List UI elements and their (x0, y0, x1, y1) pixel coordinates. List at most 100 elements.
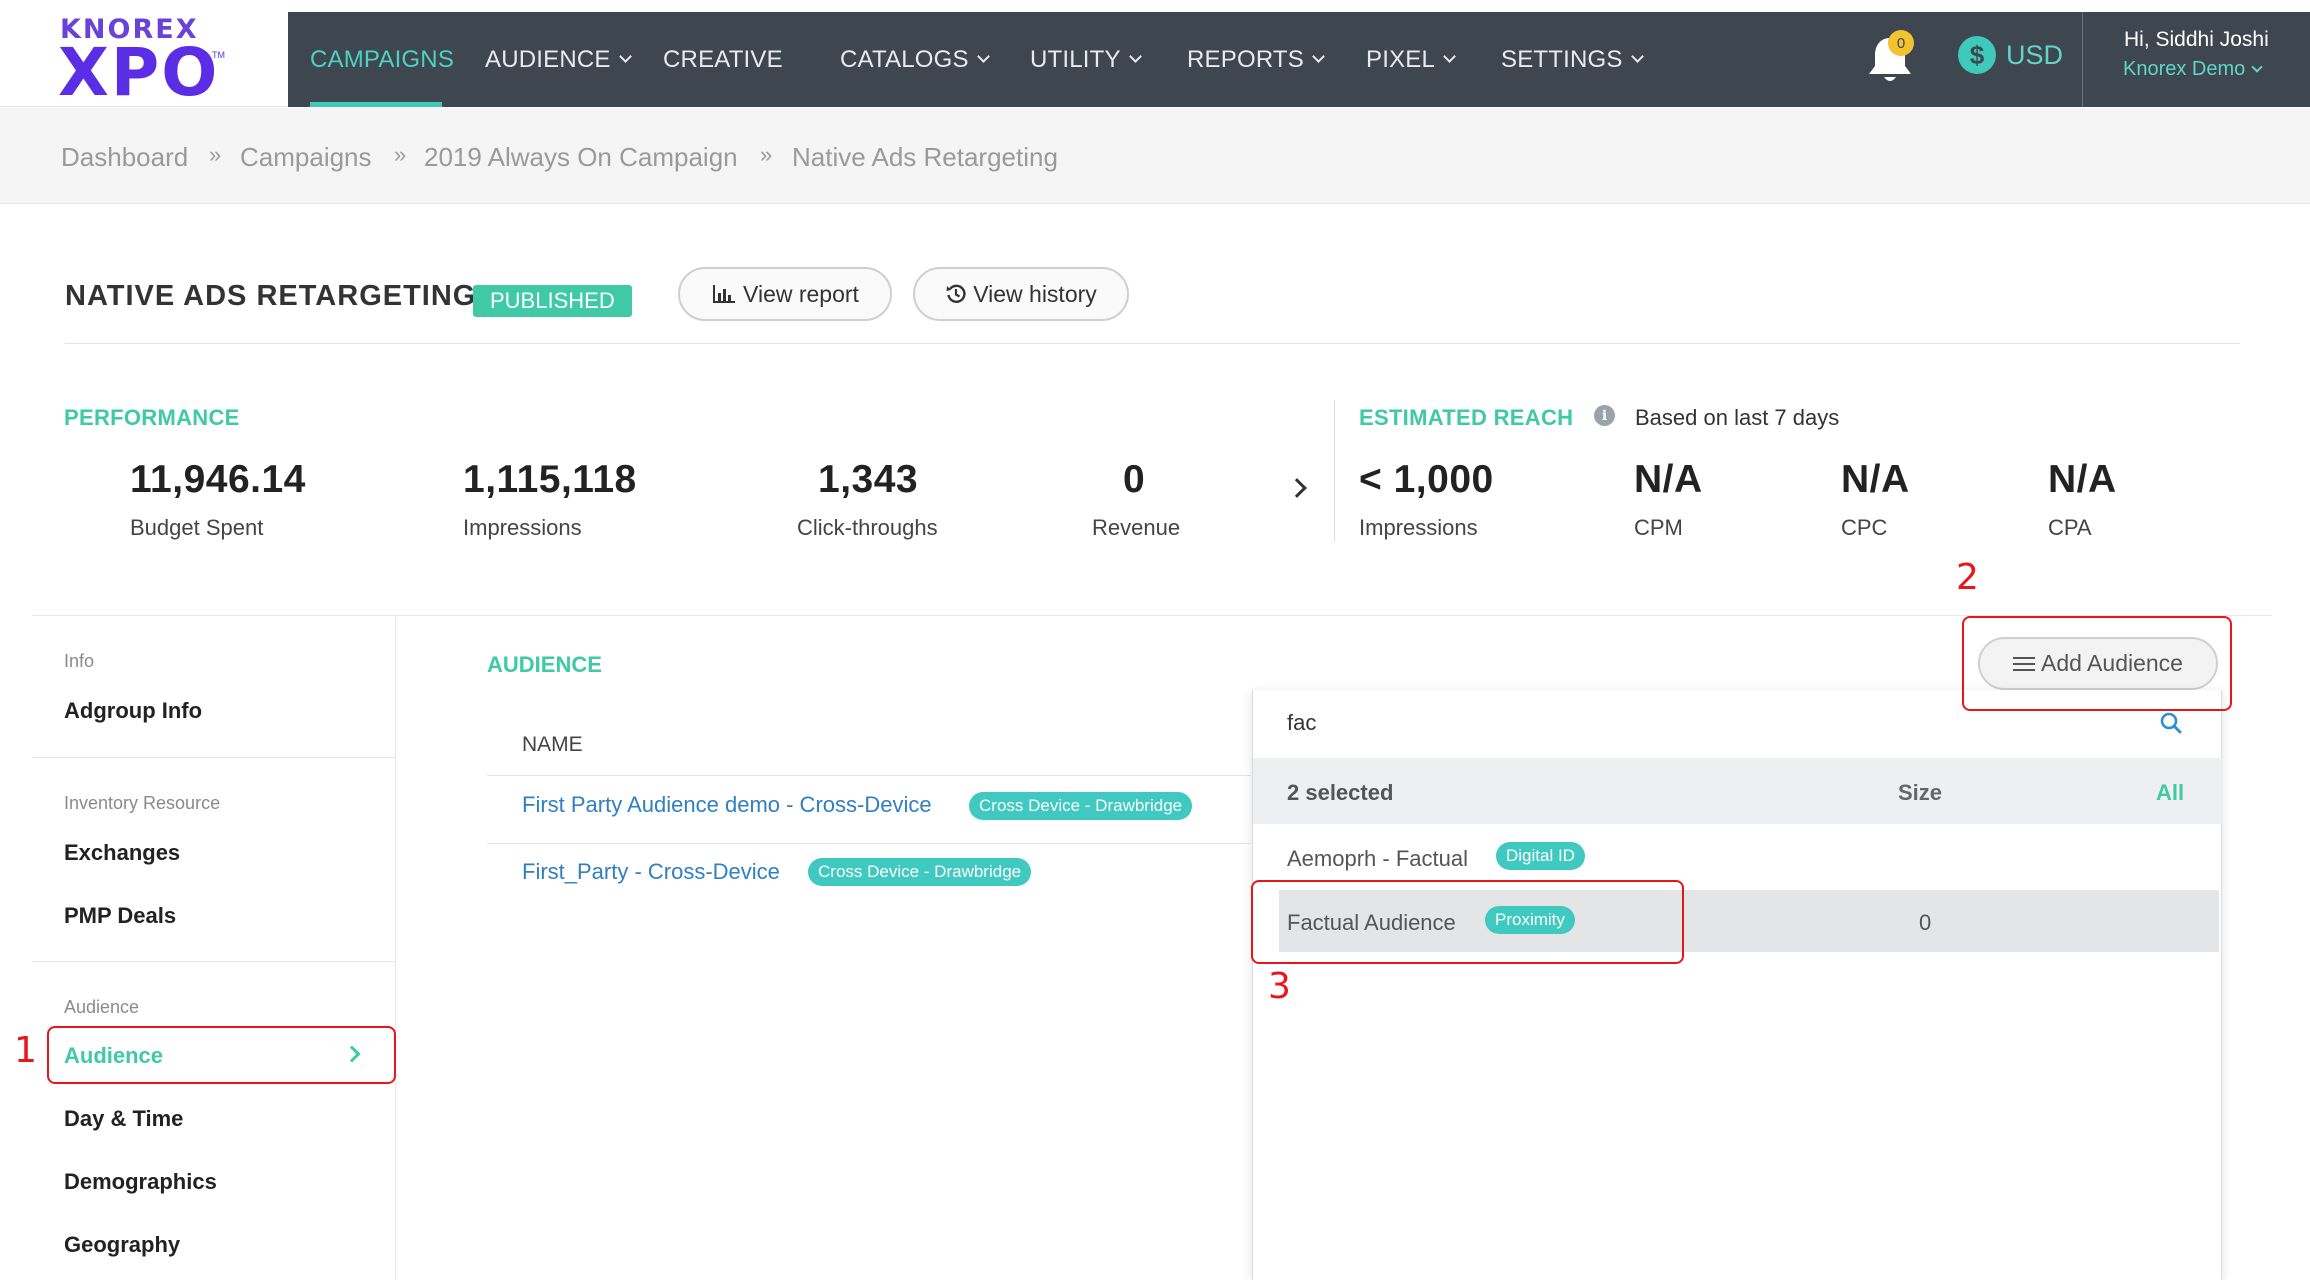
chevron-down-icon (2251, 60, 2263, 73)
logo-xpo: XPO (58, 34, 220, 111)
revenue-value: 0 (1123, 458, 1146, 501)
column-header-name: NAME (522, 733, 583, 756)
sidebar-item-demographics[interactable]: Demographics (64, 1169, 217, 1195)
nav-utility-label: UTILITY (1030, 45, 1121, 73)
chevron-down-icon (618, 50, 632, 63)
estimated-reach-label: ESTIMATED REACH (1359, 405, 1574, 430)
nav-reports-label: REPORTS (1187, 45, 1304, 73)
nav-reports[interactable]: REPORTS (1187, 12, 1325, 107)
sidebar-divider (395, 617, 396, 1280)
performance-label: PERFORMANCE (64, 405, 240, 430)
chevron-down-icon (1312, 50, 1325, 63)
chevron-right-icon[interactable] (1287, 478, 1307, 498)
nav-utility[interactable]: UTILITY (1030, 12, 1142, 107)
annotation-number-1: 1 (14, 1030, 37, 1071)
notification-count: 0 (1897, 35, 1905, 52)
divider (32, 757, 395, 758)
history-icon (946, 284, 966, 303)
audience-search-input[interactable] (1287, 710, 2147, 736)
logo[interactable]: KNOREX XPO TM (0, 0, 288, 107)
view-report-label: View report (743, 280, 859, 307)
option-size: 0 (1919, 910, 1932, 935)
view-report-button[interactable]: View report (678, 267, 892, 321)
annotation-number-2: 2 (1956, 557, 1979, 598)
breadcrumb-separator: » (760, 142, 773, 167)
divider (1334, 400, 1335, 542)
nav-campaigns[interactable]: CAMPAIGNS (310, 12, 454, 107)
nav-settings-label: SETTINGS (1501, 45, 1623, 73)
audience-row-link[interactable]: First_Party - Cross-Device (522, 859, 780, 885)
currency-display: $ USD (1958, 26, 2063, 84)
status-badge: PUBLISHED (473, 285, 632, 317)
divider (65, 343, 2240, 344)
cpa-label: CPA (2048, 515, 2092, 540)
currency-label: USD (2006, 39, 2064, 70)
audience-row-link[interactable]: First Party Audience demo - Cross-Device (522, 792, 932, 818)
sidebar-item-pmp-deals[interactable]: PMP Deals (64, 903, 176, 929)
breadcrumb-adgroup: Native Ads Retargeting (792, 142, 1058, 172)
nav-catalogs-label: CATALOGS (840, 45, 969, 73)
sidebar-item-day-time[interactable]: Day & Time (64, 1106, 183, 1132)
breadcrumb-campaigns[interactable]: Campaigns (240, 142, 372, 173)
audience-section-title: AUDIENCE (487, 652, 602, 677)
audience-tag: Cross Device - Drawbridge (808, 858, 1032, 886)
select-all-link[interactable]: All (2156, 780, 2184, 806)
breadcrumb-dashboard[interactable]: Dashboard (61, 142, 188, 173)
chevron-down-icon (1443, 50, 1456, 63)
account-switcher[interactable]: Knorex Demo (2123, 58, 2263, 81)
dropdown-option[interactable]: Aemoprh - Factual Digital ID (1253, 826, 2223, 888)
nav-divider (2082, 12, 2083, 107)
breadcrumb-campaign[interactable]: 2019 Always On Campaign (424, 142, 738, 173)
cpm-label: CPM (1634, 515, 1683, 540)
option-name: Aemoprh - Factual (1287, 846, 1468, 871)
sidebar-item-exchanges[interactable]: Exchanges (64, 840, 180, 866)
dollar-icon: $ (1958, 36, 1996, 74)
cpm-value: N/A (1634, 458, 1703, 501)
divider (487, 843, 1251, 844)
reach-period-note: Based on last 7 days (1635, 405, 1840, 430)
account-name: Knorex Demo (2123, 58, 2246, 80)
info-icon[interactable]: i (1594, 405, 1615, 426)
nav-creative[interactable]: CREATIVE (663, 12, 783, 107)
size-column-header: Size (1898, 780, 1943, 805)
cpc-value: N/A (1841, 458, 1910, 501)
nav-creative-label: CREATIVE (663, 45, 783, 73)
nav-pixel[interactable]: PIXEL (1366, 12, 1456, 107)
click-throughs-label: Click-throughs (797, 515, 938, 540)
sidebar-group-inventory: Inventory Resource (64, 793, 221, 813)
reach-impressions-label: Impressions (1359, 515, 1478, 540)
budget-spent-value: 11,946.14 (130, 458, 306, 501)
annotation-box-1 (47, 1026, 396, 1084)
sidebar-group-info: Info (64, 651, 95, 671)
audience-tag: Cross Device - Drawbridge (969, 792, 1193, 820)
page-title: NATIVE ADS RETARGETING (65, 280, 477, 312)
nav-audience-label: AUDIENCE (485, 45, 611, 73)
breadcrumb-separator: » (209, 142, 222, 167)
view-history-button[interactable]: View history (913, 267, 1129, 321)
search-icon[interactable] (2160, 712, 2182, 734)
revenue-label: Revenue (1092, 515, 1181, 540)
nav-audience[interactable]: AUDIENCE (485, 12, 632, 107)
divider (487, 775, 1251, 776)
bar-chart-icon (713, 285, 736, 303)
sidebar-item-adgroup-info[interactable]: Adgroup Info (64, 698, 202, 724)
user-greeting: Hi, Siddhi Joshi (2124, 28, 2269, 51)
nav-catalogs[interactable]: CATALOGS (840, 12, 990, 107)
cpc-label: CPC (1841, 515, 1888, 540)
divider (32, 615, 2272, 616)
dropdown-header-row: 2 selected Size All (1253, 758, 2223, 824)
breadcrumb-separator: » (394, 142, 407, 167)
sidebar-item-geography[interactable]: Geography (64, 1232, 180, 1258)
nav-settings[interactable]: SETTINGS (1501, 12, 1644, 107)
nav-campaigns-label: CAMPAIGNS (310, 45, 455, 73)
nav-pixel-label: PIXEL (1366, 45, 1436, 73)
nav-active-indicator (310, 102, 442, 107)
impressions-label: Impressions (463, 515, 582, 540)
reach-impressions-value: < 1,000 (1359, 458, 1494, 501)
chevron-down-icon (976, 50, 990, 63)
chevron-down-icon (1128, 50, 1142, 63)
budget-spent-label: Budget Spent (130, 515, 264, 540)
sidebar-group-audience: Audience (64, 997, 140, 1017)
audience-picker-dropdown: 2 selected Size All Aemoprh - Factual Di… (1252, 690, 2223, 1280)
selected-count: 2 selected (1287, 780, 1394, 805)
